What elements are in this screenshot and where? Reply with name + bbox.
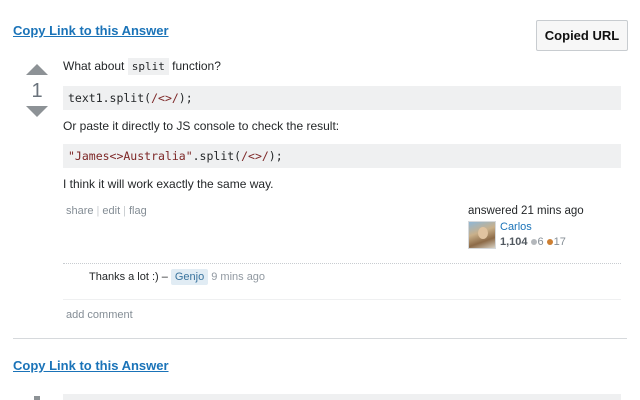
silver-badge-count: 6: [537, 236, 544, 248]
reputation-line: 1,104 6 17: [500, 236, 566, 248]
code-block-2: "James<>Australia".split(/<>/);: [63, 144, 621, 168]
share-link[interactable]: share: [66, 205, 94, 217]
next-answer-code-block: [63, 394, 621, 400]
user-name-link[interactable]: Carlos: [500, 221, 532, 233]
copied-url-button[interactable]: Copied URL: [536, 20, 628, 51]
answer-divider: [13, 338, 627, 339]
answer-paragraph-2: Or paste it directly to JS console to ch…: [63, 119, 340, 133]
reputation-score: 1,104: [500, 236, 528, 248]
comment-time: 9 mins ago: [211, 271, 266, 283]
code2-string: "James<>Australia": [68, 149, 193, 163]
avatar[interactable]: [468, 221, 496, 249]
answer-intro-text-before: What about: [63, 59, 128, 73]
code2-end: );: [268, 149, 283, 163]
answer-page: Copy Link to this Answer Copied URL 1 Wh…: [0, 0, 640, 400]
bronze-badge-icon: [546, 238, 553, 245]
answer-intro-text-after: function?: [168, 59, 221, 73]
answer-intro: What about split function?: [63, 58, 221, 75]
comment-text: Thanks a lot :) –: [89, 271, 168, 283]
avatar-face: [478, 227, 488, 239]
answered-time: answered 21 mins ago: [468, 205, 584, 217]
downvote-arrow-icon[interactable]: [26, 106, 48, 117]
code2-regex: /<>/: [241, 149, 269, 163]
post-menu: share | edit | flag: [66, 205, 147, 217]
copy-link-to-answer-2[interactable]: Copy Link to this Answer: [13, 358, 169, 373]
code1-end: );: [178, 91, 193, 105]
answer-paragraph-3: I think it will work exactly the same wa…: [63, 177, 274, 191]
upvote-arrow-icon[interactable]: [26, 64, 48, 75]
edit-link[interactable]: edit: [102, 205, 120, 217]
comment: Thanks a lot :) – Genjo 9 mins ago: [89, 269, 265, 285]
vote-count: 1: [31, 80, 43, 102]
comments-bottom-divider: [63, 299, 621, 300]
menu-separator: |: [123, 205, 126, 217]
code1-plain: text1.split(: [68, 91, 152, 105]
comment-user-link[interactable]: Genjo: [170, 269, 209, 285]
code-block-1: text1.split(/<>/);: [63, 86, 621, 110]
next-answer-vote-icon[interactable]: [34, 396, 40, 400]
code1-regex: /<>/: [151, 91, 179, 105]
user-card: answered 21 mins ago Carlos 1,104 6 17: [468, 205, 618, 249]
flag-link[interactable]: flag: [129, 205, 147, 217]
comments-divider: [63, 263, 621, 264]
inline-code-split: split: [127, 58, 169, 75]
bronze-badge-count: 17: [553, 236, 566, 248]
code2-mid: .split(: [192, 149, 242, 163]
silver-badge-icon: [530, 238, 537, 245]
menu-separator: |: [96, 205, 100, 217]
add-comment-link[interactable]: add comment: [66, 309, 133, 321]
copy-link-to-answer[interactable]: Copy Link to this Answer: [13, 23, 169, 38]
